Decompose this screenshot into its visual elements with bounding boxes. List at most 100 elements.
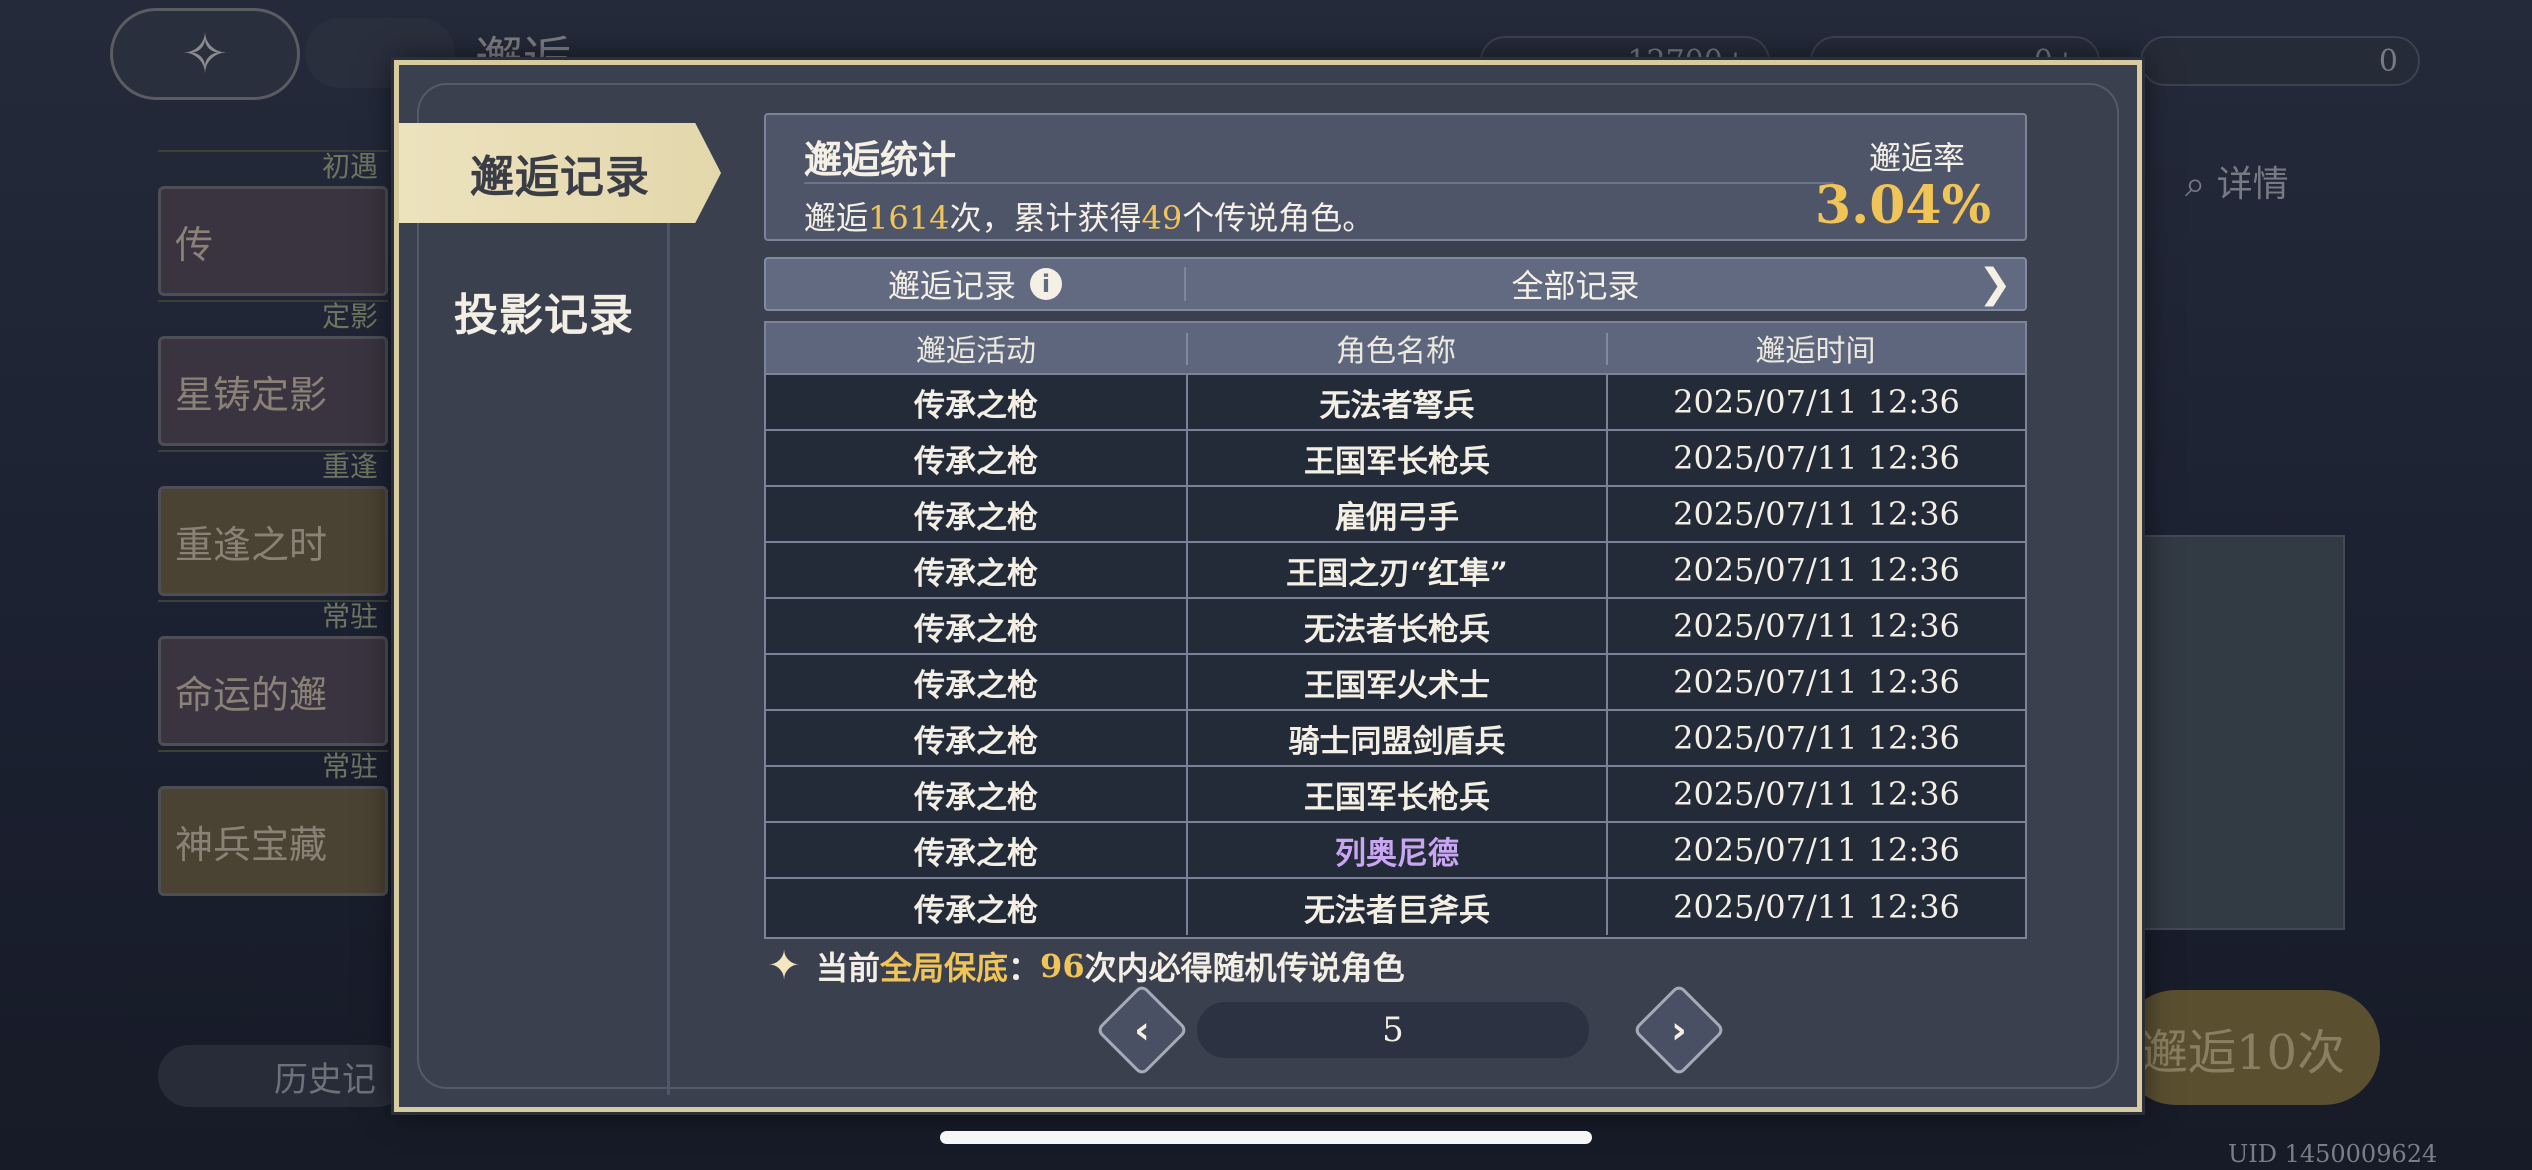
- cell-character: 无法者长枪兵: [1186, 599, 1606, 653]
- cell-character: 雇佣弓手: [1186, 487, 1606, 541]
- banner-sidebar: 初遇 传 定影 星铸定影 重逢 重逢之时 常驻 命运的邂 常驻 神兵宝藏: [158, 150, 388, 956]
- cell-character: 王国军火术士: [1186, 655, 1606, 709]
- table-row: 传承之枪 无法者巨斧兵 2025/07/11 12:36: [766, 879, 2025, 935]
- cell-activity: 传承之枪: [914, 723, 1038, 760]
- pity-colon: ：: [1008, 949, 1041, 987]
- cell-activity: 传承之枪: [914, 779, 1038, 816]
- banner-item[interactable]: 星铸定影: [158, 336, 388, 446]
- history-button[interactable]: 历史记: [158, 1045, 408, 1107]
- table-row: 传承之枪 无法者弩兵 2025/07/11 12:36: [766, 375, 2025, 431]
- table-row: 传承之枪 王国军长枪兵 2025/07/11 12:36: [766, 431, 2025, 487]
- detail-label: 详情: [2216, 164, 2289, 205]
- stats-title: 邂逅统计: [804, 137, 957, 182]
- cell-character: 王国之刃“红隼”: [1186, 543, 1606, 597]
- sparkle-icon: ✦: [767, 943, 801, 989]
- cell-time: 2025/07/11 12:36: [1606, 879, 2025, 935]
- total-pulls: 1614: [868, 199, 950, 237]
- filter-label-group: 邂逅记录 i: [766, 267, 1186, 305]
- table-body: 传承之枪 无法者弩兵 2025/07/11 12:36 传承之枪 王国军长枪兵 2025…: [766, 375, 2025, 935]
- cell-activity: 传承之枪: [914, 443, 1038, 480]
- banner-category: 重逢: [158, 450, 388, 482]
- rate-label: 邂逅率: [1868, 139, 1965, 177]
- filter-label: 邂逅记录: [887, 267, 1016, 305]
- summary-suffix: 个传说角色。: [1182, 199, 1375, 237]
- banner-item[interactable]: 重逢之时: [158, 486, 388, 596]
- cell-character: 王国军长枪兵: [1186, 767, 1606, 821]
- summary-mid: 次，累计获得: [949, 199, 1142, 237]
- table-row: 传承之枪 王国军长枪兵 2025/07/11 12:36: [766, 767, 2025, 823]
- detail-button[interactable]: ⌕ 详情: [2185, 155, 2289, 207]
- cell-time: 2025/07/11 12:36: [1606, 711, 2025, 765]
- pity-label: 全局保底: [880, 949, 1009, 987]
- banner-category: 常驻: [158, 750, 388, 782]
- rate-value: 3.04%: [1814, 175, 1991, 236]
- back-button[interactable]: ✧: [110, 8, 300, 100]
- cell-activity: 传承之枪: [914, 387, 1038, 424]
- pity-count: 96: [1040, 947, 1085, 985]
- table-row: 传承之枪 王国军火术士 2025/07/11 12:36: [766, 655, 2025, 711]
- back-arrow-icon: ✧: [181, 21, 229, 87]
- header-time: 邂逅时间: [1606, 323, 2025, 373]
- cell-time: 2025/07/11 12:36: [1606, 375, 2025, 429]
- cell-activity: 传承之枪: [914, 892, 1038, 929]
- banner-item[interactable]: 传: [158, 186, 388, 296]
- summary-prefix: 邂逅: [804, 199, 869, 237]
- tab-projection-record[interactable]: 投影记录: [399, 261, 689, 361]
- stats-divider: [804, 182, 1834, 184]
- cell-activity: 传承之枪: [914, 667, 1038, 704]
- table-row: 传承之枪 雇佣弓手 2025/07/11 12:36: [766, 487, 2025, 543]
- cell-character-legendary: 列奥尼德: [1186, 823, 1606, 877]
- cell-time: 2025/07/11 12:36: [1606, 655, 2025, 709]
- banner-item[interactable]: 命运的邂: [158, 636, 388, 746]
- header-activity: 邂逅活动: [916, 334, 1036, 369]
- banner-category: 初遇: [158, 150, 388, 182]
- chevron-right-icon[interactable]: ❯: [1965, 261, 2025, 307]
- banner-item[interactable]: 神兵宝藏: [158, 786, 388, 896]
- cell-activity: 传承之枪: [914, 835, 1038, 872]
- cell-character: 骑士同盟剑盾兵: [1186, 711, 1606, 765]
- cell-time: 2025/07/11 12:36: [1606, 599, 2025, 653]
- summon-stats-panel: 邂逅统计 邂逅1614次，累计获得49个传说角色。 邂逅率 3.04%: [764, 113, 2027, 241]
- table-row: 传承之枪 无法者长枪兵 2025/07/11 12:36: [766, 599, 2025, 655]
- cell-time: 2025/07/11 12:36: [1606, 543, 2025, 597]
- banner-category: 常驻: [158, 600, 388, 632]
- legendary-count: 49: [1141, 199, 1183, 237]
- cell-character: 王国军长枪兵: [1186, 431, 1606, 485]
- cell-time: 2025/07/11 12:36: [1606, 767, 2025, 821]
- filter-value[interactable]: 全部记录: [1186, 261, 1965, 307]
- info-icon[interactable]: i: [1030, 268, 1062, 300]
- summon-record-table: 邂逅活动 角色名称 邂逅时间 传承之枪 无法者弩兵 2025/07/11 12:36…: [764, 321, 2027, 939]
- summon-record-modal: 邂逅记录 投影记录 邂逅统计 邂逅1614次，累计获得49个传说角色。 邂逅率 …: [394, 60, 2142, 1112]
- prev-page-button[interactable]: ‹: [1095, 983, 1189, 1077]
- uid-label: UID 1450009624: [2228, 1140, 2438, 1168]
- pagination: ‹ 5 ›: [399, 983, 2137, 1077]
- table-row: 传承之枪 王国之刃“红隼” 2025/07/11 12:36: [766, 543, 2025, 599]
- cell-time: 2025/07/11 12:36: [1606, 487, 2025, 541]
- cell-character: 无法者弩兵: [1186, 375, 1606, 429]
- table-row: 传承之枪 骑士同盟剑盾兵 2025/07/11 12:36: [766, 711, 2025, 767]
- resource-counter-3: 0: [2140, 36, 2420, 86]
- table-row: 传承之枪 列奥尼德 2025/07/11 12:36: [766, 823, 2025, 879]
- banner-category: 定影: [158, 300, 388, 332]
- pull-ten-button[interactable]: 邂逅10次: [2120, 990, 2380, 1105]
- cell-time: 2025/07/11 12:36: [1606, 823, 2025, 877]
- pity-prefix: 当前: [816, 949, 881, 987]
- record-filter-bar[interactable]: 邂逅记录 i 全部记录 ❯: [764, 257, 2027, 311]
- cell-character: 无法者巨斧兵: [1186, 879, 1606, 935]
- table-header: 邂逅活动 角色名称 邂逅时间: [766, 323, 2025, 375]
- page-number: 5: [1197, 1002, 1589, 1058]
- tab-summon-record[interactable]: 邂逅记录: [399, 123, 721, 223]
- cell-activity: 传承之枪: [914, 499, 1038, 536]
- next-page-button[interactable]: ›: [1632, 983, 1726, 1077]
- chevron-right-icon: ›: [1671, 1008, 1687, 1052]
- banner-artwork: [2140, 535, 2345, 930]
- header-character: 角色名称: [1186, 323, 1606, 373]
- cell-time: 2025/07/11 12:36: [1606, 431, 2025, 485]
- home-indicator[interactable]: [940, 1131, 1592, 1144]
- pity-suffix: 次内必得随机传说角色: [1084, 949, 1405, 987]
- cell-activity: 传承之枪: [914, 611, 1038, 648]
- stats-summary: 邂逅1614次，累计获得49个传说角色。: [804, 193, 1374, 239]
- chevron-left-icon: ‹: [1134, 1008, 1150, 1052]
- cell-activity: 传承之枪: [914, 555, 1038, 592]
- pity-info: ✦ 当前 全局保底： 96 次内必得随机传说角色: [764, 943, 1405, 989]
